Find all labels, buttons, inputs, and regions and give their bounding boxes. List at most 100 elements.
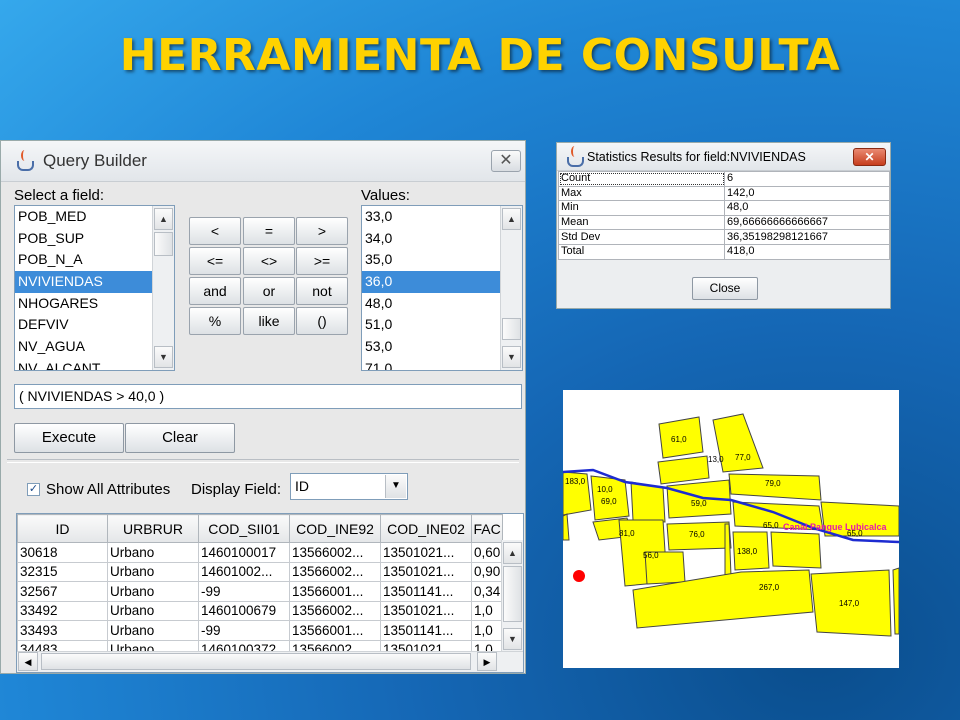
display-field-select[interactable]: ID ▼ (290, 473, 408, 500)
close-button[interactable]: Close (692, 277, 758, 300)
table-row[interactable]: 30618 Urbano 1460100017 13566002... 1350… (17, 542, 504, 563)
table-cell: 14601002... (198, 561, 290, 582)
query-builder-titlebar[interactable]: Query Builder ✕ (1, 141, 525, 182)
table-row: Min 48,0 (558, 200, 890, 216)
column-header[interactable]: URBRUR (107, 514, 199, 543)
map-parcel[interactable] (563, 513, 570, 541)
scroll-thumb[interactable] (502, 318, 521, 340)
scroll-up-icon[interactable]: ▲ (502, 208, 521, 230)
execute-button[interactable]: Execute (14, 423, 124, 453)
map-parcel[interactable] (657, 455, 710, 485)
parcel-label: 65,0 (763, 521, 779, 530)
parcel-label: 56,0 (643, 551, 659, 560)
table-cell: 32315 (17, 561, 108, 582)
scroll-down-icon[interactable]: ▼ (502, 346, 521, 368)
scroll-thumb[interactable] (41, 653, 471, 670)
scroll-left-icon[interactable]: ◀ (18, 652, 38, 671)
list-item[interactable]: NV_AGUA (15, 336, 174, 358)
operator-lt-button[interactable]: < (189, 217, 241, 245)
map-view[interactable]: 61,0 13,0 77,0 79,0 183,0 10,0 69,0 59,0… (563, 390, 899, 668)
scroll-up-icon[interactable]: ▲ (503, 542, 522, 564)
scroll-down-icon[interactable]: ▼ (154, 346, 173, 368)
parcel-label: 69,0 (601, 497, 617, 506)
scroll-right-icon[interactable]: ▶ (477, 652, 497, 671)
stat-value: 36,35198298121667 (724, 229, 890, 245)
list-item[interactable]: 35,0 (362, 249, 522, 271)
list-item[interactable]: NV_ALCANT (15, 358, 174, 370)
table-cell: 33492 (17, 600, 108, 621)
list-item[interactable]: POB_SUP (15, 228, 174, 250)
table-cell: -99 (198, 581, 290, 602)
operator-percent-button[interactable]: % (189, 307, 241, 335)
map-parcel[interactable] (770, 531, 822, 569)
operator-like-button[interactable]: like (243, 307, 295, 335)
list-item[interactable]: 51,0 (362, 314, 522, 336)
query-expression-input[interactable]: ( NVIVIENDAS > 40,0 ) (14, 384, 522, 409)
parcel-label: 267,0 (759, 583, 780, 592)
table-row[interactable]: 32567 Urbano -99 13566001... 13501141...… (17, 581, 504, 602)
scroll-down-icon[interactable]: ▼ (503, 628, 522, 650)
scroll-thumb[interactable] (154, 232, 173, 256)
window-title: Query Builder (43, 151, 147, 170)
scroll-up-icon[interactable]: ▲ (154, 208, 173, 230)
column-header[interactable]: FAC (470, 514, 504, 543)
values-list[interactable]: 33,0 34,0 35,0 36,0 48,0 51,0 53,0 71,0 … (361, 205, 523, 371)
parcel-label: 61,0 (671, 435, 687, 444)
section-divider (7, 459, 519, 463)
table-vertical-scrollbar[interactable]: ▲ ▼ (501, 540, 523, 652)
list-item[interactable]: 48,0 (362, 293, 522, 315)
list-item-selected[interactable]: 36,0 (362, 271, 522, 293)
table-cell: 13566001... (289, 581, 381, 602)
operator-gt-button[interactable]: > (296, 217, 348, 245)
column-header[interactable]: COD_SII01 (198, 514, 290, 543)
close-icon[interactable]: ✕ (853, 148, 886, 166)
table-cell: 1,0 (470, 620, 504, 641)
list-item[interactable]: 34,0 (362, 228, 522, 250)
statistics-titlebar[interactable]: Statistics Results for field:NVIVIENDAS … (557, 143, 890, 171)
chevron-down-icon[interactable]: ▼ (385, 475, 406, 498)
table-cell: 1460100017 (198, 542, 290, 563)
list-item[interactable]: 53,0 (362, 336, 522, 358)
results-table: ID URBRUR COD_SII01 COD_INE92 COD_INE02 … (16, 513, 524, 673)
table-row[interactable]: 33492 Urbano 1460100679 13566002... 1350… (17, 600, 504, 621)
display-field-value: ID (295, 478, 309, 494)
table-cell: 0,60 (470, 542, 504, 563)
list-item[interactable]: POB_MED (15, 206, 174, 228)
list-item[interactable]: DEFVIV (15, 314, 174, 336)
table-row[interactable]: 33493 Urbano -99 13566001... 13501141...… (17, 620, 504, 641)
operator-and-button[interactable]: and (189, 277, 241, 305)
stat-name: Max (558, 185, 725, 202)
table-cell: 13566002... (289, 561, 381, 582)
clear-button[interactable]: Clear (125, 423, 235, 453)
parcel-label: 10,0 (597, 485, 613, 494)
column-header[interactable]: ID (17, 514, 108, 543)
stat-name: Min (558, 200, 725, 216)
operator-le-button[interactable]: <= (189, 247, 241, 275)
values-list-scrollbar[interactable]: ▲ ▼ (500, 206, 522, 370)
scroll-thumb[interactable] (503, 566, 522, 622)
operator-eq-button[interactable]: = (243, 217, 295, 245)
show-all-checkbox[interactable]: ✓ (27, 483, 40, 496)
field-list-scrollbar[interactable]: ▲ ▼ (152, 206, 174, 370)
table-cell: Urbano (107, 561, 199, 582)
field-list[interactable]: POB_MED POB_SUP POB_N_A NVIVIENDAS NHOGA… (14, 205, 175, 371)
table-cell: 13566001... (289, 620, 381, 641)
map-parcel[interactable] (892, 567, 899, 635)
column-header[interactable]: COD_INE92 (289, 514, 381, 543)
list-item-selected[interactable]: NVIVIENDAS (15, 271, 174, 293)
table-row[interactable]: 32315 Urbano 14601002... 13566002... 135… (17, 561, 504, 582)
stat-value: 48,0 (724, 200, 890, 216)
list-item[interactable]: POB_N_A (15, 249, 174, 271)
list-item[interactable]: NHOGARES (15, 293, 174, 315)
operator-ge-button[interactable]: >= (296, 247, 348, 275)
close-icon[interactable]: ✕ (491, 150, 521, 172)
operator-ne-button[interactable]: <> (243, 247, 295, 275)
operator-not-button[interactable]: not (296, 277, 348, 305)
list-item[interactable]: 71,0 (362, 358, 522, 370)
operator-or-button[interactable]: or (243, 277, 295, 305)
column-header[interactable]: COD_INE02 (380, 514, 472, 543)
operator-parens-button[interactable]: () (296, 307, 348, 335)
list-item[interactable]: 33,0 (362, 206, 522, 228)
table-cell: 32567 (17, 581, 108, 602)
table-horizontal-scrollbar[interactable]: ◀ ▶ (17, 651, 523, 672)
